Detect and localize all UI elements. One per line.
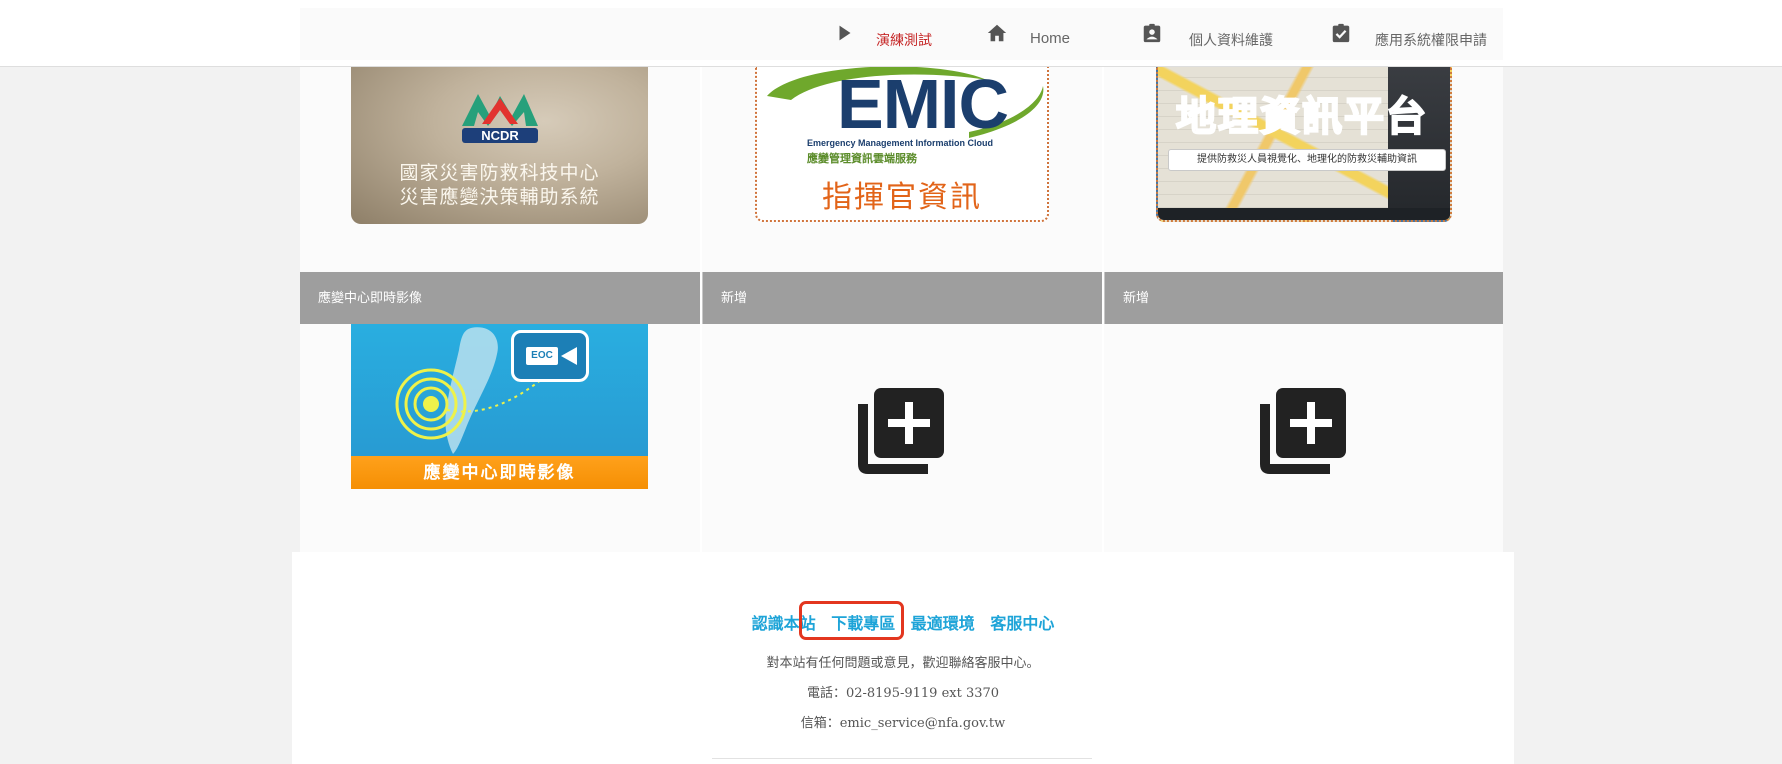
- ncdr-line2: 災害應變決策輔助系統: [399, 186, 600, 208]
- footer: 認識本站 下載專區 最適環境 客服中心 對本站有任何問題或意見，歡迎聯絡客服中心…: [292, 552, 1514, 764]
- eoc-camera-graphic: EOC: [511, 330, 589, 382]
- gis-toolbar: [1158, 208, 1450, 220]
- emic-card[interactable]: EMIC Emergency Management Information Cl…: [755, 66, 1049, 222]
- ncdr-card[interactable]: NCDR 國家災害防救科技中心 災害應變決策輔助系統: [351, 66, 648, 224]
- grid-cell-gis: 地理資訊平台 提供防救災人員視覺化、地理化的防救災輔助資訊: [1104, 66, 1503, 274]
- eoc-header: 應變中心即時影像: [300, 272, 700, 324]
- footer-phone: 電話：02-8195-9119 ext 3370: [806, 686, 1000, 701]
- ncdr-line1: 國家災害防救科技中心: [399, 162, 600, 184]
- footer-email: 信箱：emic_service@nfa.gov.tw: [800, 716, 1006, 731]
- navbar-inner: 演練測試 Home 個人資料維護 應用系統權限申請: [300, 8, 1503, 60]
- profile-badge-icon: [1143, 23, 1161, 43]
- add-box-icon[interactable]: [858, 388, 944, 474]
- nav-item-home[interactable]: Home: [986, 22, 1086, 58]
- nav-label-drill-test: 演練測試: [876, 32, 932, 48]
- footer-link-environment[interactable]: 最適環境: [911, 614, 975, 633]
- grid-cell-ncdr: NCDR 國家災害防救科技中心 災害應變決策輔助系統: [300, 66, 700, 274]
- gis-title: 地理資訊平台: [1175, 93, 1428, 141]
- checklist-icon: [1332, 23, 1350, 43]
- play-icon: [839, 25, 851, 41]
- footer-contact-note: 對本站有任何問題或意見，歡迎聯絡客服中心。: [766, 656, 1040, 671]
- highlight-box: [799, 601, 904, 640]
- grid-cell-add-2: 新增: [1104, 272, 1503, 552]
- eoc-caption: 應變中心即時影像: [351, 456, 648, 489]
- ncdr-logo: NCDR: [462, 94, 538, 143]
- nav-item-drill-test[interactable]: 演練測試: [834, 22, 954, 58]
- emic-title: EMIC: [837, 66, 1009, 143]
- eoc-card[interactable]: EOC 應變中心即時影像: [351, 324, 648, 489]
- nav-label-profile: 個人資料維護: [1189, 32, 1273, 48]
- taiwan-map-graphic: [395, 327, 550, 454]
- main-content: NCDR 國家災害防救科技中心 災害應變決策輔助系統 EMIC Emergenc…: [300, 66, 1503, 552]
- video-camera-icon: [561, 347, 577, 365]
- add-2-header: 新增: [1104, 272, 1503, 324]
- emic-subtitle-zh: 應變管理資訊雲端服務: [807, 153, 917, 165]
- emic-caption: 指揮官資訊: [822, 180, 982, 215]
- footer-divider: [712, 758, 1092, 759]
- grid-cell-emic: EMIC Emergency Management Information Cl…: [702, 66, 1102, 274]
- home-icon: [987, 24, 1007, 42]
- grid-cell-add-1: 新增: [702, 272, 1102, 552]
- add-1-header: 新增: [702, 272, 1102, 324]
- top-navbar: 演練測試 Home 個人資料維護 應用系統權限申請: [0, 0, 1782, 67]
- nav-item-app-permission[interactable]: 應用系統權限申請: [1330, 22, 1503, 58]
- gis-banner: 提供防救災人員視覺化、地理化的防救災輔助資訊: [1168, 149, 1446, 171]
- eoc-camera-label: EOC: [526, 347, 558, 365]
- grid-cell-eoc: 應變中心即時影像 EOC 應變中心即時影像: [300, 272, 700, 552]
- nav-label-app-permission: 應用系統權限申請: [1375, 32, 1487, 48]
- add-box-icon[interactable]: [1260, 388, 1346, 474]
- nav-label-home: Home: [1030, 30, 1071, 47]
- nav-item-profile[interactable]: 個人資料維護: [1141, 22, 1291, 58]
- gis-card[interactable]: 地理資訊平台 提供防救災人員視覺化、地理化的防救災輔助資訊: [1156, 66, 1452, 222]
- emic-subtitle-en: Emergency Management Information Cloud: [807, 138, 994, 148]
- footer-link-support[interactable]: 客服中心: [990, 614, 1054, 633]
- svg-text:NCDR: NCDR: [481, 128, 519, 143]
